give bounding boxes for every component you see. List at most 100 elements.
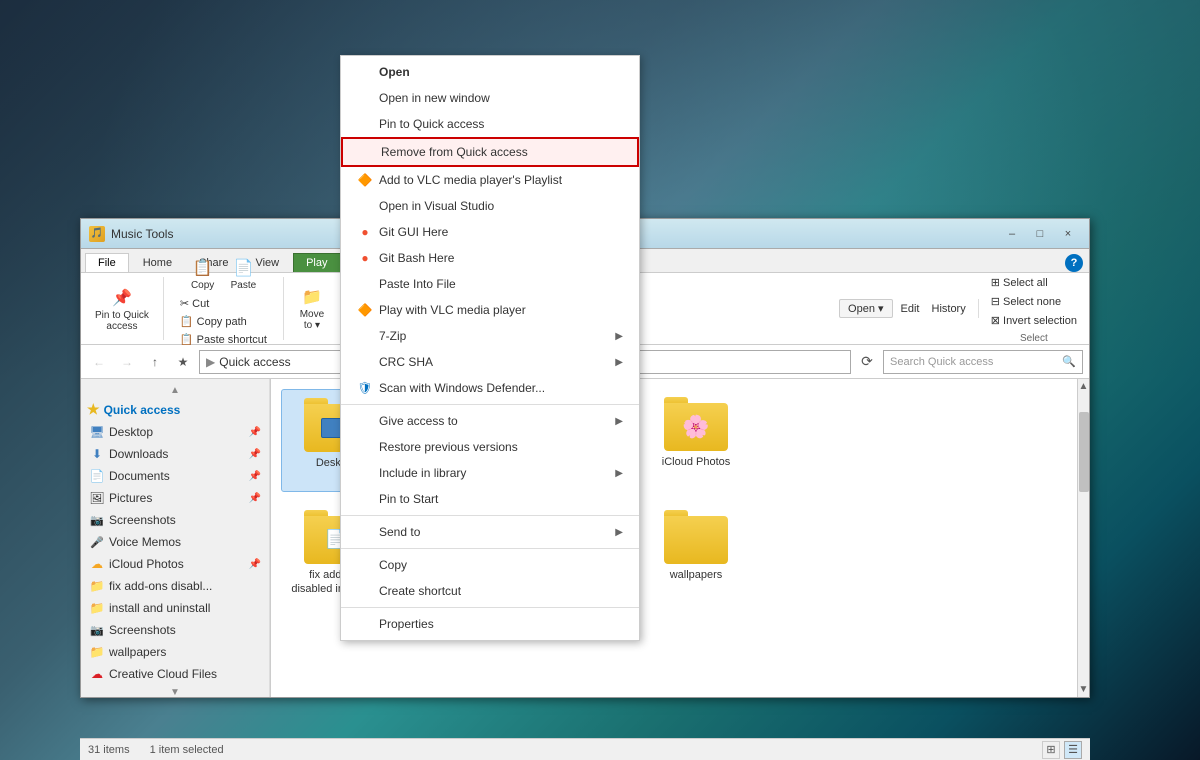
ctx-item-paste-into-file[interactable]: Paste Into File [341,271,639,297]
ctx-send-to-label: Send to [379,525,420,539]
recent-locations-button[interactable]: ★ [171,350,195,374]
sidebar-item-voice-memos[interactable]: 🎤 Voice Memos [81,531,269,553]
close-button[interactable]: × [1055,224,1081,244]
paste-button[interactable]: 📄 Paste [225,254,263,293]
sidebar-item-fix-addons[interactable]: 📁 fix add-ons disabl... [81,575,269,597]
ctx-item-remove-quick-access[interactable]: Remove from Quick access [341,137,639,167]
copy-button[interactable]: 📋 Copy [185,254,221,293]
ctx-item-send-to[interactable]: Send to ▶ [341,519,639,545]
ctx-item-crc-sha[interactable]: CRC SHA ▶ [341,349,639,375]
help-button[interactable]: ? [1065,254,1083,272]
up-button[interactable]: ↑ [143,350,167,374]
ctx-item-restore-versions[interactable]: Restore previous versions [341,434,639,460]
ctx-item-play-vlc[interactable]: 🔶 Play with VLC media player [341,297,639,323]
tab-home[interactable]: Home [130,253,185,272]
ctx-item-pin-start[interactable]: Pin to Start [341,486,639,512]
ctx-7zip-label: 7-Zip [379,329,406,343]
minimize-button[interactable]: – [999,224,1025,244]
icloud-folder-icon: ☁ [89,556,105,572]
refresh-button[interactable]: ⟳ [855,350,879,374]
forward-button[interactable]: → [115,350,139,374]
scroll-down-arrow[interactable]: ▼ [1078,684,1089,697]
open-button[interactable]: Open ▾ [839,299,893,318]
tab-file[interactable]: File [85,253,129,272]
ctx-item-open[interactable]: Open [341,59,639,85]
ctx-paste-into-file-label: Paste Into File [379,277,456,291]
pin-to-quick-access-button[interactable]: 📌 Pin to Quickaccess [89,284,155,334]
sidebar-screenshots2-label: Screenshots [109,623,176,637]
select-none-button[interactable]: ⊟ Select none [987,293,1081,310]
ctx-item-add-vlc[interactable]: 🔶 Add to VLC media player's Playlist [341,167,639,193]
ctx-item-open-vs[interactable]: Open in Visual Studio [341,193,639,219]
ctx-pin-quick-access-label: Pin to Quick access [379,117,484,131]
sidebar-item-quick-access[interactable]: ★ Quick access [81,398,269,421]
move-to-button[interactable]: 📁 Moveto ▾ [292,283,332,333]
ctx-git-bash-label: Git Bash Here [379,251,454,265]
ribbon-group-move: 📁 Moveto ▾ [284,277,341,340]
screenshots-folder-icon: 📷 [89,512,105,528]
ctx-crc-sha-label: CRC SHA [379,355,433,369]
ctx-item-open-new-window[interactable]: Open in new window [341,85,639,111]
copy-path-button[interactable]: 📋 Copy path [176,313,271,330]
sidebar-item-downloads[interactable]: ⬇ Downloads 📌 [81,443,269,465]
ribbon-select-group: ⊞ Select all ⊟ Select none ⊠ Invert sele… [987,274,1081,344]
pin-label: Pin to Quickaccess [95,310,149,332]
sidebar-scroll-down[interactable]: ▼ [81,685,269,697]
defender-icon: 🛡 [357,380,373,396]
ribbon-right: Open ▾ Edit History ⊞ Select all ⊟ Selec… [831,277,1089,340]
sidebar-item-screenshots[interactable]: 📷 Screenshots [81,509,269,531]
ribbon-group-pin: 📌 Pin to Quickaccess [81,277,164,340]
view-list-button[interactable]: ☰ [1064,741,1082,759]
paste-into-file-icon [357,276,373,292]
tab-play[interactable]: Play [293,253,340,272]
scroll-thumb[interactable] [1079,412,1089,492]
ctx-item-copy[interactable]: Copy [341,552,639,578]
sidebar-item-pictures[interactable]: 🖼 Pictures 📌 [81,487,269,509]
voice-memos-folder-icon: 🎤 [89,534,105,550]
7zip-arrow: ▶ [615,331,623,342]
ctx-separator-2 [341,515,639,516]
sidebar-scroll-up[interactable]: ▲ [81,383,269,398]
restore-versions-icon [357,439,373,455]
sidebar-item-wallpapers[interactable]: 📁 wallpapers [81,641,269,663]
ctx-item-git-gui[interactable]: ● Git GUI Here [341,219,639,245]
folder-item-wallpapers[interactable]: wallpapers [641,502,751,619]
sidebar-item-creative-cloud[interactable]: ☁ Creative Cloud Files [81,663,269,685]
invert-selection-button[interactable]: ⊠ Invert selection [987,312,1081,329]
wallpapers-icon-large [664,510,728,564]
edit-button[interactable]: Edit [897,301,924,317]
cut-button[interactable]: ✂ Cut [176,295,271,312]
maximize-button[interactable]: □ [1027,224,1053,244]
sidebar-item-documents[interactable]: 📄 Documents 📌 [81,465,269,487]
history-button[interactable]: History [928,301,970,317]
ctx-play-vlc-label: Play with VLC media player [379,303,526,317]
ctx-copy-label: Copy [379,558,407,572]
properties-icon [357,616,373,632]
vlc-icon: 🔶 [357,172,373,188]
search-box[interactable]: Search Quick access 🔍 [883,350,1083,374]
scroll-up-arrow[interactable]: ▲ [1078,379,1089,392]
sidebar-item-screenshots2[interactable]: 📷 Screenshots [81,619,269,641]
creative-cloud-icon: ☁ [89,666,105,682]
remove-quick-access-icon [359,144,375,160]
ctx-item-create-shortcut[interactable]: Create shortcut [341,578,639,604]
sidebar-wallpapers-label: wallpapers [109,645,166,659]
sidebar-item-desktop[interactable]: 🖥 Desktop 📌 [81,421,269,443]
back-button[interactable]: ← [87,350,111,374]
sidebar-item-icloud-photos[interactable]: ☁ iCloud Photos 📌 [81,553,269,575]
pin-icon: 📌 [110,286,134,310]
ctx-item-include-library[interactable]: Include in library ▶ [341,460,639,486]
ctx-item-give-access[interactable]: Give access to ▶ [341,408,639,434]
ctx-item-git-bash[interactable]: ● Git Bash Here [341,245,639,271]
ctx-item-properties[interactable]: Properties [341,611,639,637]
vs-icon [357,198,373,214]
folder-item-icloud-photos[interactable]: 🌸 iCloud Photos [641,389,751,492]
view-grid-button[interactable]: ⊞ [1042,741,1060,759]
ctx-item-7zip[interactable]: 7-Zip ▶ [341,323,639,349]
ctx-item-windows-defender[interactable]: 🛡 Scan with Windows Defender... [341,375,639,401]
install-folder-icon: 📁 [89,600,105,616]
sidebar-item-install[interactable]: 📁 install and uninstall [81,597,269,619]
ctx-item-pin-quick-access[interactable]: Pin to Quick access [341,111,639,137]
content-scrollbar[interactable]: ▲ ▼ [1077,379,1089,697]
select-all-button[interactable]: ⊞ Select all [987,274,1081,291]
